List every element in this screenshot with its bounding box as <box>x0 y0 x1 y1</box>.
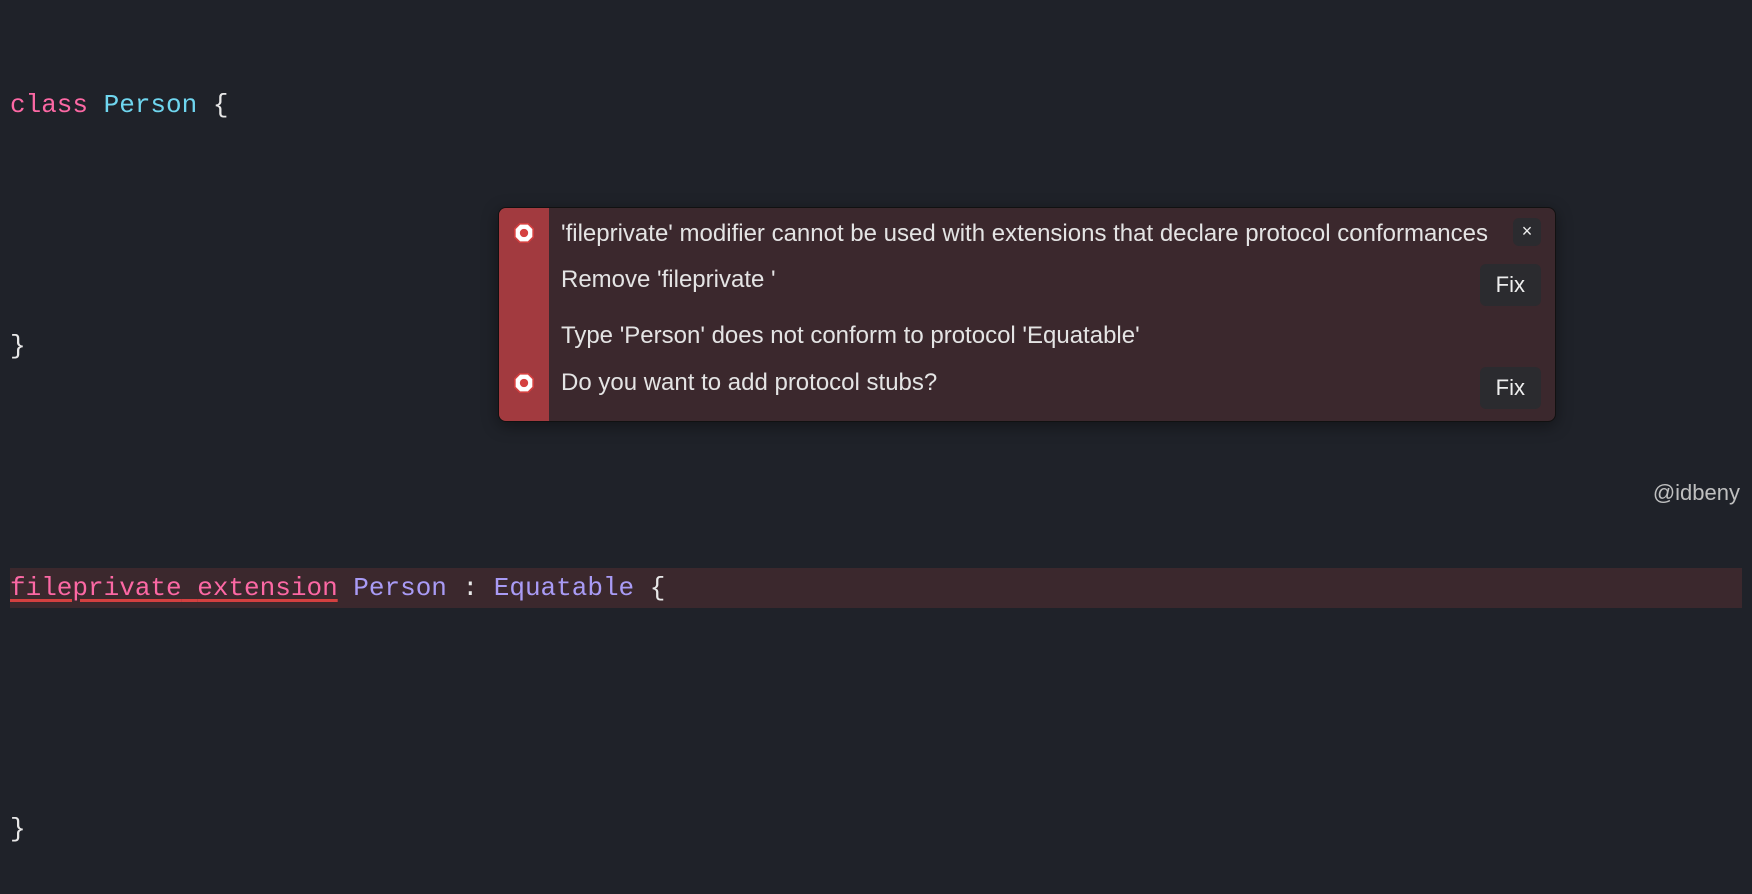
keyword-extension: extension <box>197 573 337 603</box>
error-octagon-icon <box>514 373 534 393</box>
keyword-class: class <box>10 90 88 120</box>
error-message: Type 'Person' does not conform to protoc… <box>561 320 1541 352</box>
close-button[interactable]: × <box>1513 218 1541 246</box>
code-editor[interactable]: class Person { } fileprivate extension P… <box>0 0 1752 894</box>
type-name: Person <box>104 90 198 120</box>
error-underline-gap <box>182 573 198 603</box>
code-line-4 <box>10 447 1742 487</box>
fix-suggestion: Remove 'fileprivate ' <box>561 264 1468 296</box>
brace: { <box>197 90 228 120</box>
error-popup: 'fileprivate' modifier cannot be used wi… <box>498 207 1556 422</box>
brace: { <box>634 573 665 603</box>
fix-button[interactable]: Fix <box>1480 264 1541 306</box>
fix-suggestion: Do you want to add protocol stubs? <box>561 367 1468 399</box>
fix-button[interactable]: Fix <box>1480 367 1541 409</box>
error-message: 'fileprivate' modifier cannot be used wi… <box>561 218 1501 250</box>
code-line-1: class Person { <box>10 85 1742 125</box>
code-line-7: } <box>10 809 1742 849</box>
protocol-name: Equatable <box>494 573 634 603</box>
type-name-extension: Person <box>353 573 447 603</box>
watermark: @idbeny <box>1653 476 1740 510</box>
code-line-6 <box>10 688 1742 728</box>
error-popup-gutter <box>499 208 549 421</box>
close-icon: × <box>1522 218 1533 246</box>
keyword-fileprivate: fileprivate <box>10 573 182 603</box>
error-row: 'fileprivate' modifier cannot be used wi… <box>561 218 1541 250</box>
fix-row: Do you want to add protocol stubs? Fix <box>561 367 1541 409</box>
fix-row: Remove 'fileprivate ' Fix <box>561 264 1541 306</box>
code-line-5-error: fileprivate extension Person : Equatable… <box>10 568 1742 608</box>
error-row: Type 'Person' does not conform to protoc… <box>561 320 1541 352</box>
error-popup-body: 'fileprivate' modifier cannot be used wi… <box>549 208 1555 421</box>
error-octagon-icon <box>514 223 534 243</box>
